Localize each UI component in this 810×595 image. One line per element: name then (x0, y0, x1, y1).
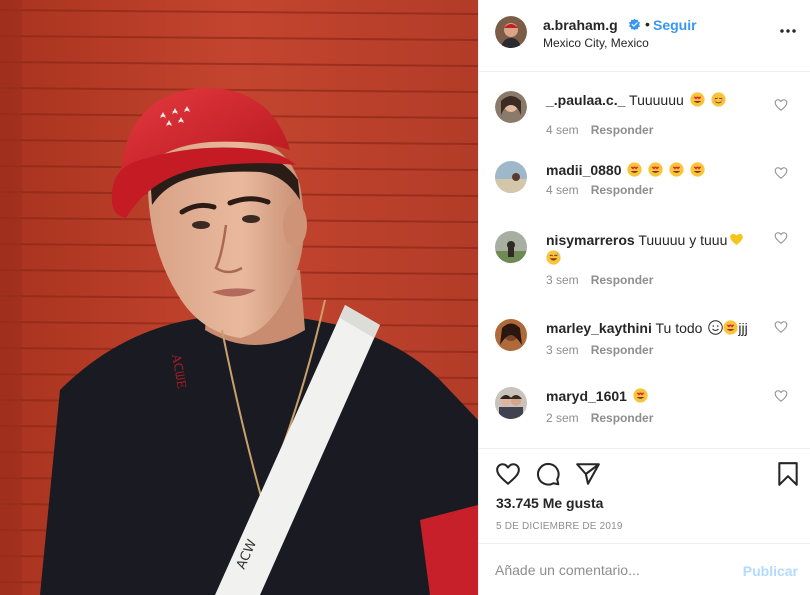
comments-list: _.paulaa.c._ Tuuuuuu 4 sem Responder madi… (479, 73, 810, 448)
comment-like-heart-icon[interactable] (774, 231, 788, 245)
author-avatar-image (495, 16, 527, 48)
comment-body: Tuuuuuu (629, 92, 684, 108)
reply-button[interactable]: Responder (591, 411, 654, 425)
comment-text: _.paulaa.c._ Tuuuuuu (546, 91, 766, 109)
comment-text: maryd_1601 (546, 387, 766, 405)
comment-time[interactable]: 2 sem (546, 411, 579, 425)
comment-suffix: jjj (738, 320, 748, 336)
heart-eyes-emoji-icon (723, 320, 738, 335)
comment-like-heart-icon[interactable] (774, 389, 788, 403)
comment-meta: 2 sem Responder (546, 411, 653, 425)
commenter-avatar-image (495, 387, 527, 419)
post-photo-illustration: ACW AᑕᗯE (0, 0, 478, 595)
heart-icon[interactable] (495, 461, 521, 487)
comment-text: nisymarreros Tuuuuu y tuuu (546, 231, 766, 267)
post-photo[interactable]: ACW AᑕᗯE (0, 0, 478, 595)
commenter-avatar[interactable] (495, 319, 527, 351)
comment-like-heart-icon[interactable] (774, 98, 788, 112)
commenter-avatar-image (495, 161, 527, 193)
share-icon[interactable] (575, 461, 601, 487)
author-username[interactable]: a.braham.g (543, 17, 618, 33)
commenter-avatar-image (495, 231, 527, 263)
heart-eyes-emoji-icon (669, 162, 684, 177)
heart-eyes-emoji-icon (627, 162, 643, 177)
post-actions: 33.745 Me gusta 5 DE DICIEMBRE DE 2019 (479, 448, 810, 543)
heart-eyes-emoji-icon (690, 92, 705, 107)
commenter-avatar-image (495, 91, 527, 123)
commenter-avatar-image (495, 319, 527, 351)
reply-button[interactable]: Responder (591, 183, 654, 197)
comment-composer: Publicar (479, 543, 810, 595)
comment-meta: 4 sem Responder (546, 123, 653, 137)
comment-like-heart-icon[interactable] (774, 166, 788, 180)
comment-item: nisymarreros Tuuuuu y tuuu 3 sem Responde… (479, 221, 810, 287)
reply-button[interactable]: Responder (591, 273, 654, 287)
reply-button[interactable]: Responder (591, 123, 654, 137)
comment-input[interactable] (495, 560, 725, 580)
verified-badge-icon (628, 18, 641, 31)
sweat-smile-emoji-icon (546, 250, 561, 265)
comment-time[interactable]: 3 sem (546, 273, 579, 287)
comment-username[interactable]: maryd_1601 (546, 388, 627, 404)
comment-item: _.paulaa.c._ Tuuuuuu 4 sem Responder (479, 81, 810, 141)
heart-eyes-emoji-icon (648, 162, 663, 177)
post-location[interactable]: Mexico City, Mexico (543, 36, 649, 50)
comment-meta: 3 sem Responder (546, 343, 653, 357)
comment-username[interactable]: _.paulaa.c._ (546, 92, 625, 108)
comment-time[interactable]: 4 sem (546, 123, 579, 137)
comment-item: maryd_1601 2 sem Responder (479, 377, 810, 437)
post-date[interactable]: 5 DE DICIEMBRE DE 2019 (496, 521, 623, 532)
comment-username[interactable]: nisymarreros (546, 232, 635, 248)
post-side-panel: a.braham.g • Seguir Mexico City, Mexico (478, 0, 810, 595)
publish-button[interactable]: Publicar (743, 563, 798, 579)
comment-icon[interactable] (535, 461, 561, 487)
comment-item: marley_kaythini Tu todo jjj 3 sem Respond… (479, 309, 810, 369)
comment-time[interactable]: 4 sem (546, 183, 579, 197)
reply-button[interactable]: Responder (591, 343, 654, 357)
comment-username[interactable]: madii_0880 (546, 162, 622, 178)
author-avatar[interactable] (495, 16, 527, 48)
comment-text: madii_0880 (546, 161, 766, 179)
smiley-emoji-icon (708, 320, 724, 335)
comment-item: madii_0880 4 sem Responder (479, 151, 810, 211)
follow-button[interactable]: Seguir (653, 17, 697, 33)
heart-eyes-emoji-icon (633, 388, 648, 403)
more-options-icon[interactable] (779, 22, 797, 40)
heart-eyes-emoji-icon (690, 162, 705, 177)
bookmark-icon[interactable] (775, 461, 801, 487)
comment-text: marley_kaythini Tu todo jjj (546, 319, 766, 337)
comment-meta: 4 sem Responder (546, 183, 653, 197)
commenter-avatar[interactable] (495, 91, 527, 123)
header-separator: • (645, 16, 650, 32)
comment-body: Tuuuuu y tuuu (638, 232, 728, 248)
comment-body: Tu todo (655, 320, 703, 336)
comment-time[interactable]: 3 sem (546, 343, 579, 357)
comment-meta: 3 sem Responder (546, 273, 653, 287)
commenter-avatar[interactable] (495, 161, 527, 193)
comment-username[interactable]: marley_kaythini (546, 320, 652, 336)
relieved-emoji-icon (710, 92, 726, 107)
commenter-avatar[interactable] (495, 231, 527, 263)
commenter-avatar[interactable] (495, 387, 527, 419)
yellow-heart-emoji-icon (730, 233, 744, 246)
likes-count[interactable]: 33.745 Me gusta (496, 495, 603, 511)
post-header: a.braham.g • Seguir Mexico City, Mexico (479, 0, 810, 72)
comment-like-heart-icon[interactable] (774, 320, 788, 334)
